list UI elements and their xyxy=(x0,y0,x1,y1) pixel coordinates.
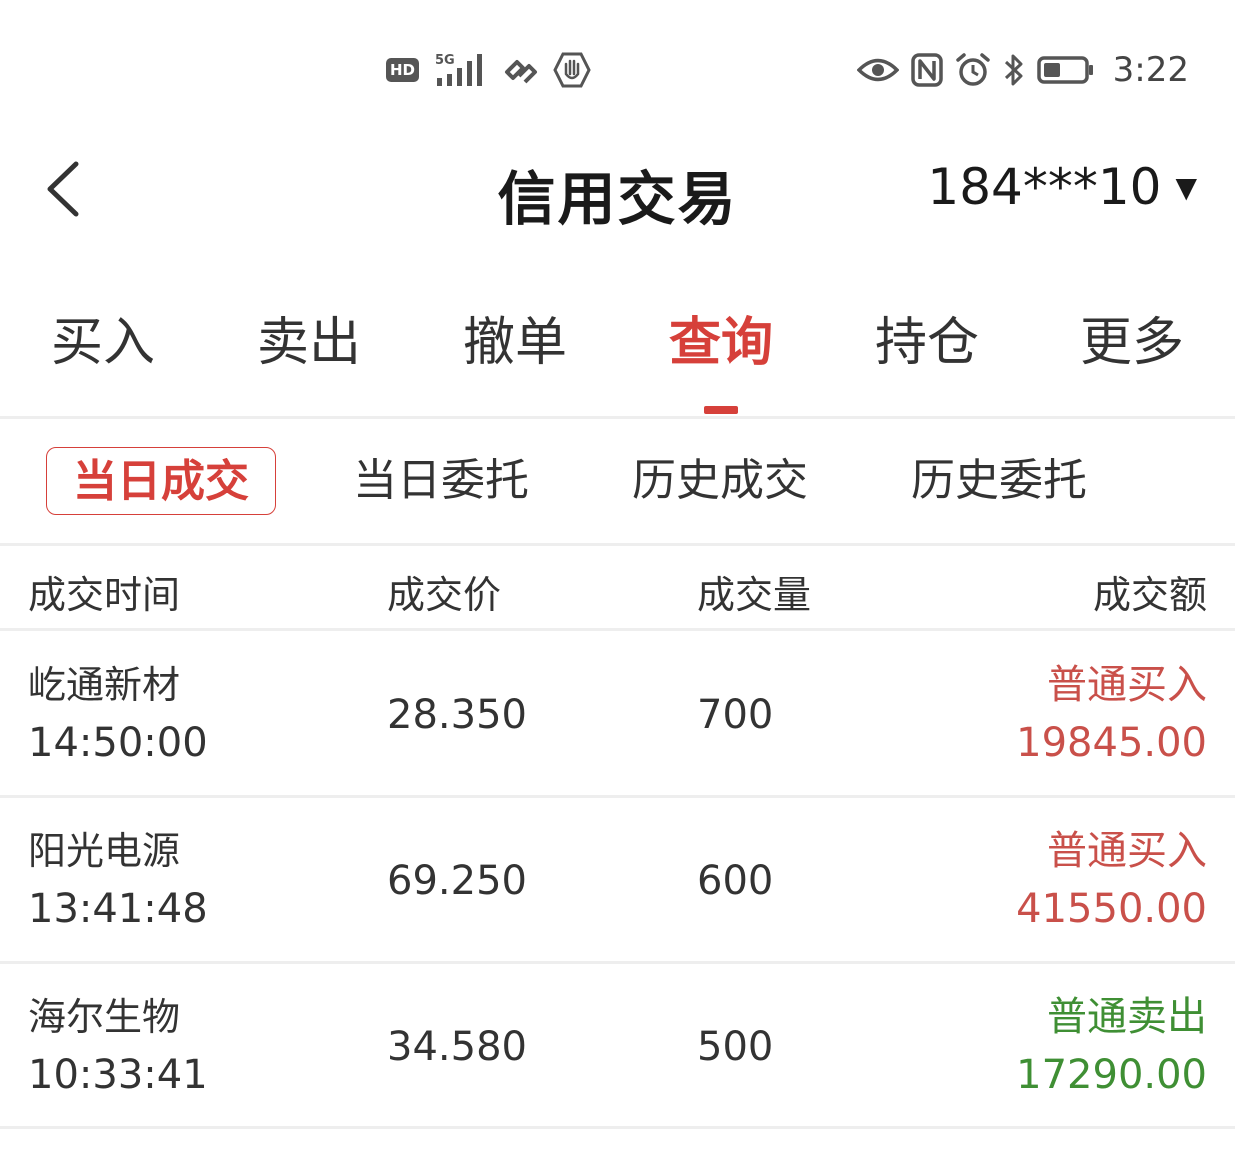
nfc-icon xyxy=(910,53,943,87)
hd-icon: HD xyxy=(386,58,420,82)
bluetooth-icon xyxy=(1003,52,1025,88)
sub-tabs: 当日成交 当日委托 历史成交 历史委托 xyxy=(0,419,1235,543)
tab-cancel[interactable]: 撤单 xyxy=(412,300,618,375)
status-time: 3:22 xyxy=(1112,50,1189,90)
stock-name: 阳光电源 xyxy=(28,829,181,873)
subtab-today-orders[interactable]: 当日委托 xyxy=(326,447,556,515)
trade-time: 14:50:00 xyxy=(28,720,208,766)
column-header-quantity: 成交量 xyxy=(697,573,812,617)
trade-time: 13:41:48 xyxy=(28,886,208,932)
subtab-today-trades[interactable]: 当日成交 xyxy=(46,447,276,515)
table-row[interactable]: 海尔生物 10:33:41 34.580 500 普通卖出 17290.00 xyxy=(0,963,1235,1127)
stock-name: 海尔生物 xyxy=(28,995,181,1039)
tab-buy[interactable]: 买入 xyxy=(0,300,206,375)
divider xyxy=(0,1126,1235,1129)
trade-type: 普通买入 xyxy=(1047,828,1207,874)
trade-time: 10:33:41 xyxy=(28,1052,208,1098)
trade-price: 28.350 xyxy=(387,692,527,738)
status-bar: HD 5G 3:22 xyxy=(0,0,1235,140)
table-row[interactable]: 阳光电源 13:41:48 69.250 600 普通买入 41550.00 xyxy=(0,797,1235,961)
header: 信用交易 184***10 ▼ xyxy=(0,140,1235,240)
trade-quantity: 500 xyxy=(697,1024,774,1070)
trade-amount: 19845.00 xyxy=(1016,720,1207,766)
active-tab-indicator xyxy=(704,406,738,414)
caret-down-icon: ▼ xyxy=(1175,170,1197,204)
tab-positions[interactable]: 持仓 xyxy=(824,300,1030,375)
trade-amount: 41550.00 xyxy=(1016,886,1207,932)
subtab-history-trades[interactable]: 历史成交 xyxy=(605,447,835,515)
signal-icon: 5G xyxy=(433,50,489,90)
trade-amount: 17290.00 xyxy=(1016,1052,1207,1098)
svg-text:5G: 5G xyxy=(435,53,455,68)
column-header-price: 成交价 xyxy=(387,573,502,617)
eye-icon xyxy=(856,55,899,85)
stock-name: 屹通新材 xyxy=(28,663,181,707)
link-icon xyxy=(503,54,539,86)
trade-quantity: 600 xyxy=(697,858,774,904)
column-header-time: 成交时间 xyxy=(28,573,181,617)
column-header-amount: 成交额 xyxy=(1092,573,1207,617)
battery-icon xyxy=(1036,55,1095,85)
main-tabs: 买入 卖出 撤单 查询 持仓 更多 xyxy=(0,280,1235,416)
tab-sell[interactable]: 卖出 xyxy=(206,300,412,375)
hand-icon xyxy=(553,52,591,88)
account-selector[interactable]: 184***10 ▼ xyxy=(927,158,1197,216)
trade-price: 69.250 xyxy=(387,858,527,904)
tab-query[interactable]: 查询 xyxy=(618,300,824,375)
table-header: 成交时间 成交价 成交量 成交额 xyxy=(0,546,1235,628)
table-row[interactable]: 屹通新材 14:50:00 28.350 700 普通买入 19845.00 xyxy=(0,631,1235,795)
subtab-history-orders[interactable]: 历史委托 xyxy=(884,447,1114,515)
trade-type: 普通买入 xyxy=(1047,662,1207,708)
tab-more[interactable]: 更多 xyxy=(1029,300,1235,375)
trade-quantity: 700 xyxy=(697,692,774,738)
alarm-icon xyxy=(955,52,991,88)
status-right-icons: 3:22 xyxy=(856,48,1189,92)
account-number: 184***10 xyxy=(927,158,1162,216)
status-left-icons: HD 5G xyxy=(386,48,591,92)
trade-price: 34.580 xyxy=(387,1024,527,1070)
trade-type: 普通卖出 xyxy=(1047,994,1207,1040)
